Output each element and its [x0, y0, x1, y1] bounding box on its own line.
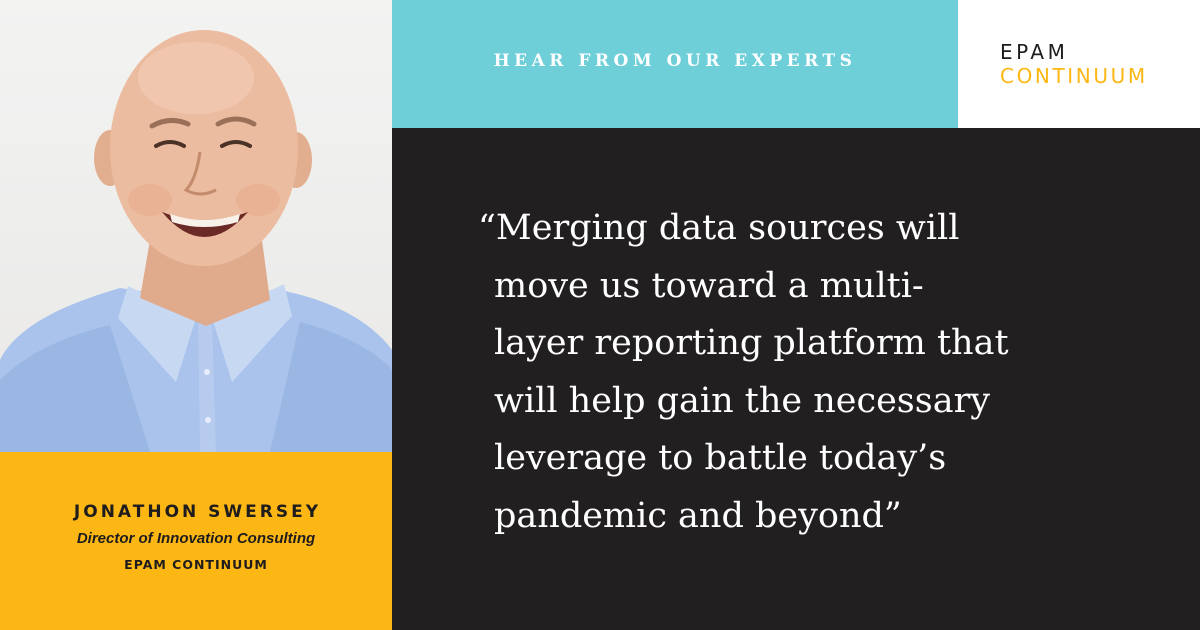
header-title: HEAR FROM OUR EXPERTS — [493, 51, 857, 71]
quote-line: “Merging data sources will — [478, 208, 960, 248]
quote-line: layer reporting platform that — [494, 323, 1009, 363]
speaker-company: EPAM CONTINUUM — [124, 557, 268, 572]
speaker-name: JONATHON SWERSEY — [73, 502, 322, 522]
epam-continuum-logo: EPAM CONTINUUM — [958, 0, 1200, 128]
quote-text: “Merging data sources will move us towar… — [478, 200, 1184, 545]
social-card: JONATHON SWERSEY Director of Innovation … — [0, 0, 1200, 630]
quote-line: leverage to battle today’s — [494, 438, 947, 478]
quote-line: move us toward a multi- — [494, 265, 924, 306]
speaker-card: JONATHON SWERSEY Director of Innovation … — [0, 452, 392, 630]
logo-text-continuum: CONTINUUM — [1000, 64, 1148, 88]
quote-line: will help gain the necessary — [494, 380, 991, 421]
logo-text-epam: EPAM — [1000, 40, 1069, 64]
quote-line: pandemic and beyond” — [494, 495, 902, 536]
quote-panel: “Merging data sources will move us towar… — [392, 128, 1200, 630]
speaker-title: Director of Innovation Consulting — [76, 530, 316, 547]
speaker-photo — [0, 0, 392, 452]
header-band: HEAR FROM OUR EXPERTS — [392, 0, 958, 128]
